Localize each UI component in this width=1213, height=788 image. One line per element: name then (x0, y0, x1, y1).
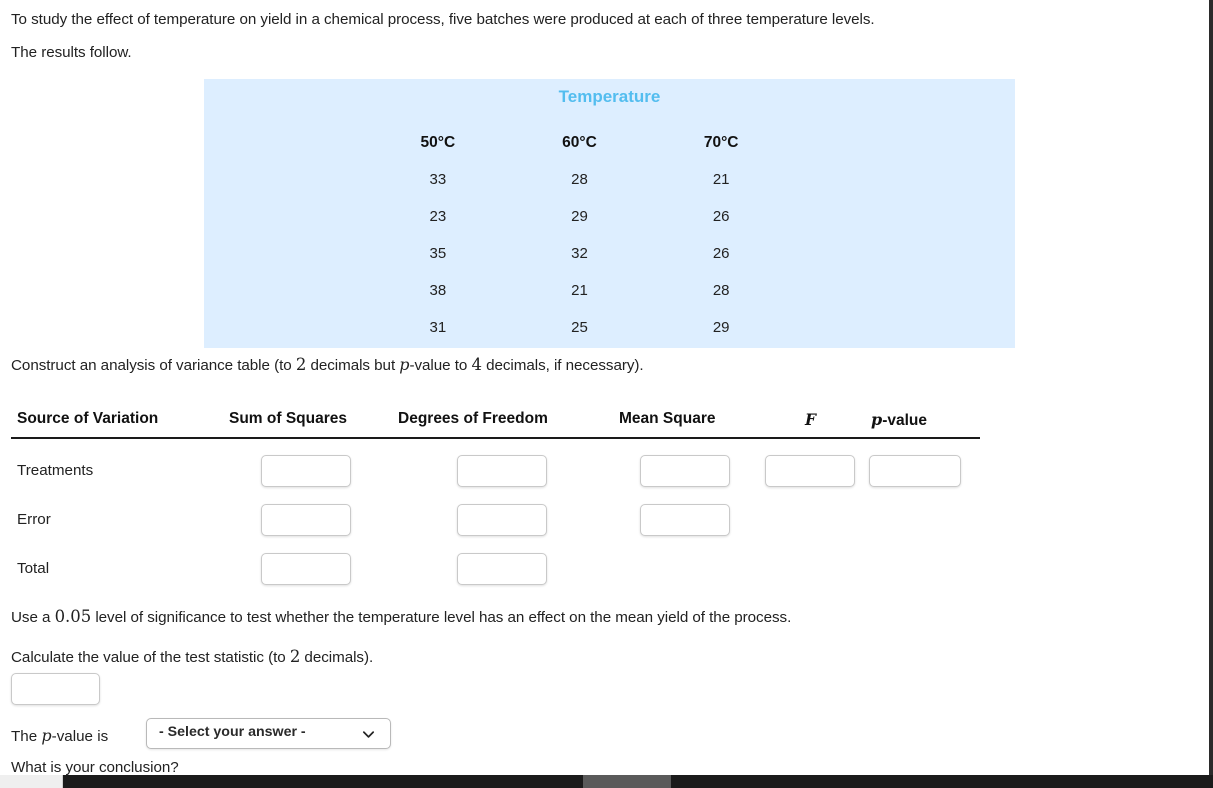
input-treatments-sum-of-squares[interactable] (261, 455, 351, 487)
table-row: 38 21 28 (367, 272, 792, 309)
calculate-instruction: Calculate the value of the test statisti… (11, 648, 373, 666)
data-cell: 33 (429, 171, 447, 188)
chevron-down-icon (361, 727, 376, 742)
construct-text-part4: decimals, if necessary). (481, 357, 644, 374)
significance-instruction: Use a 0.05 level of significance to test… (11, 608, 791, 626)
construct-instruction: Construct an analysis of variance table … (11, 356, 644, 374)
data-cell: 28 (571, 171, 588, 188)
construct-text-part2: decimals but (306, 357, 400, 374)
column-header-70c: 70°C (703, 134, 739, 151)
test-statistic-input[interactable] (11, 673, 100, 705)
anova-header-divider (11, 437, 980, 439)
data-cell: 25 (571, 319, 588, 336)
header-f-statistic: F (805, 410, 817, 429)
construct-decimals-2: 2 (295, 355, 307, 374)
table-row: 35 32 26 (367, 235, 792, 272)
calculate-decimals: 2 (289, 647, 301, 666)
header-p-value: p-value (871, 410, 927, 430)
table-row: 33 28 21 (367, 161, 792, 198)
input-treatments-f[interactable] (765, 455, 855, 487)
table-row: 31 25 29 (367, 309, 792, 346)
p-value-label: The p-value is (11, 726, 108, 745)
temperature-data-panel: Temperature 50°C 60°C 70°C 33 28 21 23 2… (204, 79, 1015, 348)
header-mean-square: Mean Square (619, 410, 716, 427)
p-value-selected-option: - Select your answer - (159, 724, 306, 740)
row-label-total: Total (17, 560, 50, 577)
conclusion-question: What is your conclusion? (11, 759, 179, 775)
data-cell: 26 (712, 208, 730, 225)
data-cell: 35 (429, 245, 447, 262)
horizontal-scrollbar[interactable] (0, 775, 1213, 788)
input-total-degrees-of-freedom[interactable] (457, 553, 547, 585)
data-cell: 29 (712, 319, 730, 336)
input-treatments-degrees-of-freedom[interactable] (457, 455, 547, 487)
p-value-label-variable: p (41, 726, 52, 745)
significance-part1: Use a (11, 609, 55, 626)
construct-text-part3: -value to (409, 357, 472, 374)
scrollbar-corner (0, 775, 63, 788)
page-right-border (1209, 0, 1213, 775)
column-header-50c: 50°C (420, 134, 456, 151)
intro-text-line-2: The results follow. (11, 44, 132, 61)
input-treatments-p-value[interactable] (869, 455, 961, 487)
significance-part2: level of significance to test whether th… (91, 609, 792, 626)
row-label-treatments: Treatments (17, 462, 94, 479)
data-cell: 38 (429, 282, 447, 299)
column-header-60c: 60°C (562, 134, 597, 151)
calculate-part1: Calculate the value of the test statisti… (11, 649, 290, 666)
header-sum-of-squares: Sum of Squares (229, 410, 347, 427)
row-label-error: Error (17, 511, 51, 528)
data-cell: 23 (429, 208, 447, 225)
table-header-row: 50°C 60°C 70°C (367, 131, 792, 161)
input-error-degrees-of-freedom[interactable] (457, 504, 547, 536)
data-cell: 21 (571, 282, 588, 299)
header-p-italic: p (871, 410, 883, 429)
input-total-sum-of-squares[interactable] (261, 553, 351, 585)
anova-header-row: Source of Variation Sum of Squares Degre… (11, 410, 981, 436)
temperature-data-table: 50°C 60°C 70°C 33 28 21 23 29 26 35 32 2… (367, 131, 792, 346)
header-degrees-of-freedom: Degrees of Freedom (398, 410, 548, 427)
data-cell: 29 (571, 208, 588, 225)
page-content: To study the effect of temperature on yi… (0, 0, 1209, 775)
scrollbar-thumb[interactable] (583, 775, 671, 788)
construct-decimals-4: 4 (471, 355, 482, 374)
scrollbar-track[interactable] (63, 775, 1213, 788)
data-cell: 21 (712, 171, 730, 188)
input-error-sum-of-squares[interactable] (261, 504, 351, 536)
input-error-mean-square[interactable] (640, 504, 730, 536)
data-cell: 26 (712, 245, 730, 262)
p-value-label-post: -value is (51, 728, 109, 745)
header-p-rest: -value (882, 412, 927, 429)
anova-table: Source of Variation Sum of Squares Degre… (11, 410, 981, 436)
construct-text-part1: Construct an analysis of variance table … (11, 357, 296, 374)
p-value-select[interactable]: - Select your answer - (146, 718, 391, 749)
input-treatments-mean-square[interactable] (640, 455, 730, 487)
calculate-part2: decimals). (300, 649, 374, 666)
intro-text-line-1: To study the effect of temperature on yi… (11, 11, 875, 28)
data-cell: 28 (712, 282, 730, 299)
table-row: 23 29 26 (367, 198, 792, 235)
construct-p-variable: p (399, 355, 410, 374)
data-cell: 32 (571, 245, 588, 262)
data-panel-title: Temperature (558, 87, 661, 106)
significance-alpha: 0.05 (54, 607, 92, 626)
header-source-of-variation: Source of Variation (17, 410, 159, 427)
data-cell: 31 (429, 319, 447, 336)
p-value-label-pre: The (11, 728, 42, 745)
